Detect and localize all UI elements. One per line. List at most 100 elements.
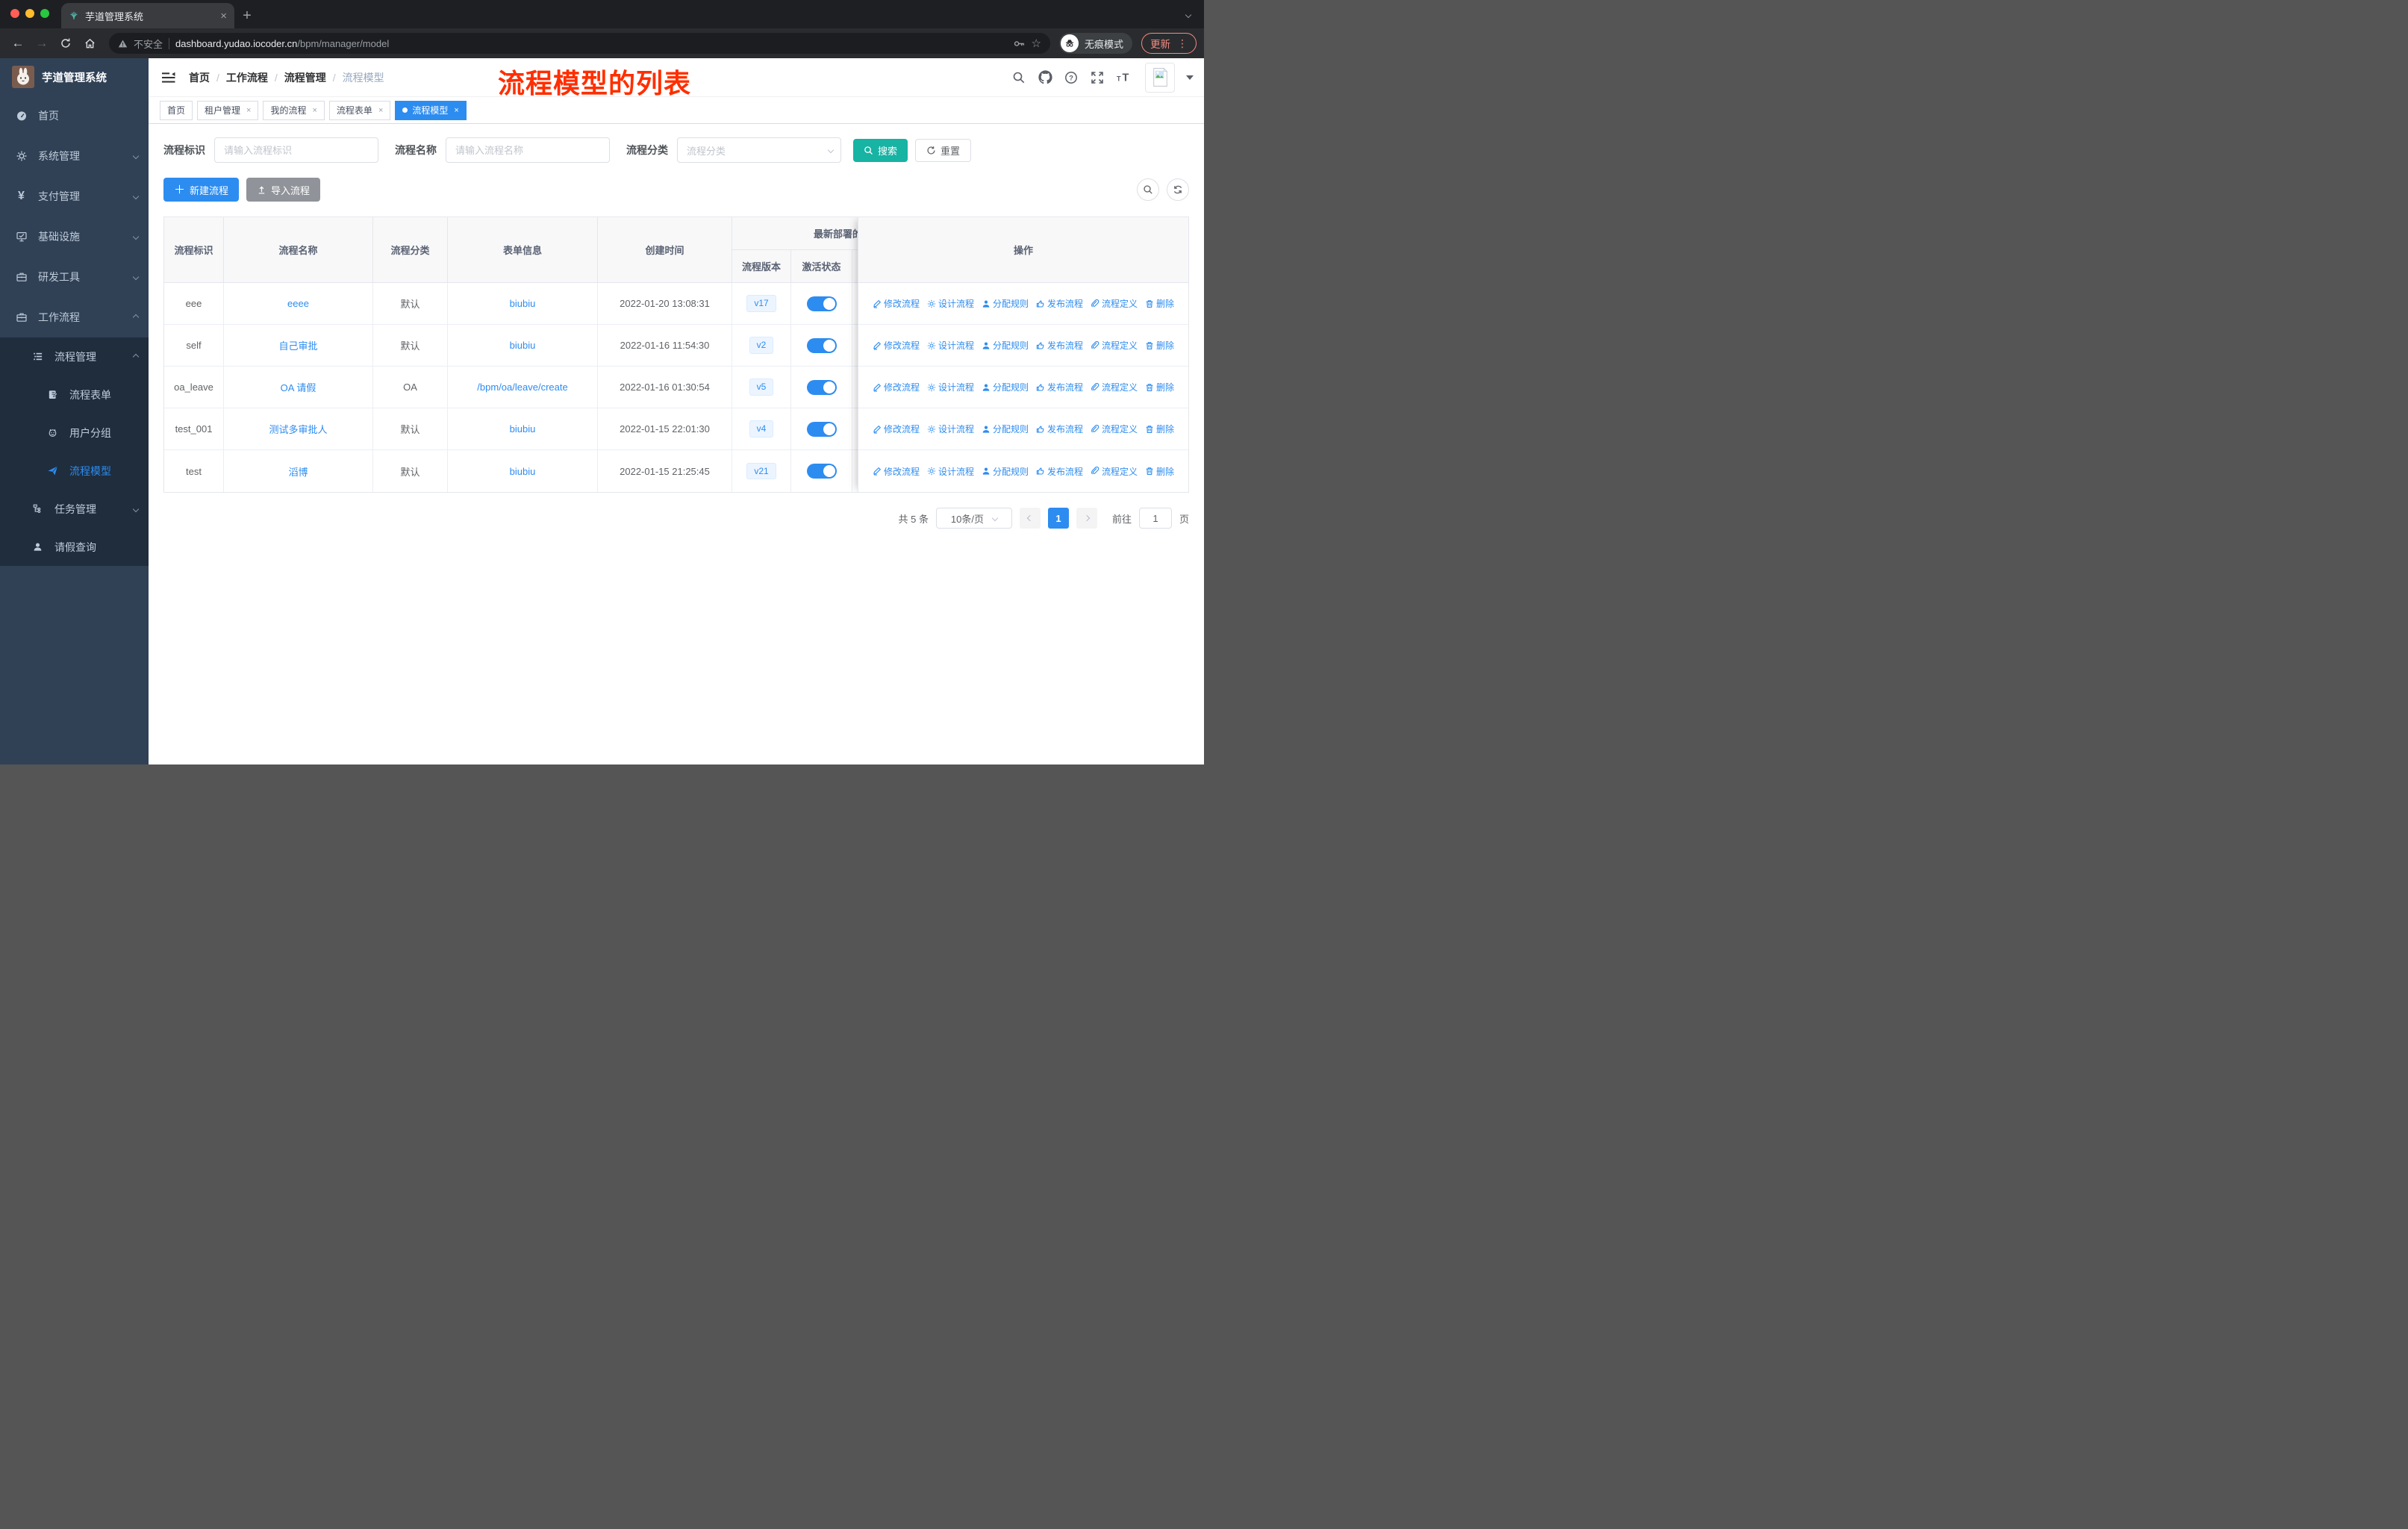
- action-delete-button[interactable]: 删除: [1145, 381, 1174, 393]
- update-button[interactable]: 更新 ⋮: [1141, 33, 1197, 54]
- sidebar-toggle-icon[interactable]: [159, 68, 178, 87]
- key-icon[interactable]: [1013, 37, 1026, 50]
- action-publish-button[interactable]: 发布流程: [1036, 381, 1083, 393]
- app-logo[interactable]: 芋道管理系统: [0, 58, 149, 96]
- avatar[interactable]: [1145, 62, 1175, 93]
- new-tab-button[interactable]: +: [234, 3, 260, 28]
- breadcrumb-workflow[interactable]: 工作流程: [226, 70, 268, 85]
- process-name-input[interactable]: [446, 137, 610, 163]
- action-edit-button[interactable]: 修改流程: [873, 381, 920, 393]
- prev-page-button[interactable]: [1019, 508, 1041, 529]
- action-edit-button[interactable]: 修改流程: [873, 465, 920, 478]
- sidebar-item-process-mgmt[interactable]: 流程管理: [0, 337, 149, 376]
- action-publish-button[interactable]: 发布流程: [1036, 339, 1083, 352]
- back-button[interactable]: ←: [7, 33, 28, 54]
- sidebar-item-task-mgmt[interactable]: 任务管理: [0, 490, 149, 528]
- bookmark-star-icon[interactable]: ☆: [1032, 38, 1041, 49]
- breadcrumb-home[interactable]: 首页: [189, 70, 210, 85]
- sidebar-item-devtools[interactable]: 研发工具: [0, 257, 149, 297]
- active-toggle[interactable]: [806, 296, 837, 311]
- action-edit-button[interactable]: 修改流程: [873, 339, 920, 352]
- address-bar[interactable]: 不安全 dashboard.yudao.iocoder.cn/bpm/manag…: [109, 33, 1050, 54]
- model-name-link[interactable]: 测试多审批人: [224, 408, 373, 450]
- tag-process-form[interactable]: 流程表单 ×: [328, 100, 391, 120]
- search-button[interactable]: 搜索: [853, 138, 908, 162]
- action-assign-rule-button[interactable]: 分配规则: [982, 381, 1029, 393]
- fullscreen-icon[interactable]: [1090, 70, 1105, 85]
- tag-my-process[interactable]: 我的流程 ×: [263, 100, 325, 120]
- search-icon[interactable]: [1011, 70, 1026, 85]
- action-design-button[interactable]: 设计流程: [927, 381, 974, 393]
- help-icon[interactable]: ?: [1064, 70, 1079, 85]
- action-edit-button[interactable]: 修改流程: [873, 297, 920, 310]
- action-delete-button[interactable]: 删除: [1145, 423, 1174, 435]
- action-publish-button[interactable]: 发布流程: [1036, 423, 1083, 435]
- action-design-button[interactable]: 设计流程: [927, 465, 974, 478]
- close-icon[interactable]: ×: [454, 106, 458, 115]
- action-design-button[interactable]: 设计流程: [927, 297, 974, 310]
- import-process-button[interactable]: 导入流程: [246, 178, 321, 202]
- action-definition-button[interactable]: 流程定义: [1091, 465, 1138, 478]
- close-icon[interactable]: ×: [246, 106, 251, 115]
- forward-button[interactable]: →: [31, 33, 52, 54]
- action-edit-button[interactable]: 修改流程: [873, 423, 920, 435]
- model-name-link[interactable]: 滔博: [224, 450, 373, 492]
- menu-dots-icon[interactable]: ⋮: [1177, 37, 1188, 50]
- form-info-link[interactable]: /bpm/oa/leave/create: [448, 367, 598, 408]
- form-info-link[interactable]: biubiu: [448, 450, 598, 492]
- active-toggle[interactable]: [806, 379, 837, 395]
- category-select[interactable]: 流程分类: [677, 137, 841, 163]
- action-delete-button[interactable]: 删除: [1145, 339, 1174, 352]
- action-definition-button[interactable]: 流程定义: [1091, 339, 1138, 352]
- close-icon[interactable]: ×: [378, 106, 383, 115]
- active-toggle[interactable]: [806, 337, 837, 353]
- action-delete-button[interactable]: 删除: [1145, 465, 1174, 478]
- sidebar-item-process-form[interactable]: 流程表单: [0, 376, 149, 414]
- action-design-button[interactable]: 设计流程: [927, 423, 974, 435]
- action-definition-button[interactable]: 流程定义: [1091, 423, 1138, 435]
- font-size-icon[interactable]: TT: [1116, 70, 1131, 85]
- action-definition-button[interactable]: 流程定义: [1091, 381, 1138, 393]
- sidebar-item-infrastructure[interactable]: 基础设施: [0, 217, 149, 257]
- sidebar-item-process-model[interactable]: 流程模型: [0, 452, 149, 490]
- sidebar-item-home[interactable]: 首页: [0, 96, 149, 136]
- close-icon[interactable]: ×: [312, 106, 316, 115]
- site-security-label[interactable]: 不安全: [134, 37, 163, 51]
- breadcrumb-process-mgmt[interactable]: 流程管理: [284, 70, 326, 85]
- action-publish-button[interactable]: 发布流程: [1036, 297, 1083, 310]
- action-assign-rule-button[interactable]: 分配规则: [982, 297, 1029, 310]
- action-definition-button[interactable]: 流程定义: [1091, 297, 1138, 310]
- action-assign-rule-button[interactable]: 分配规则: [982, 423, 1029, 435]
- tag-process-model[interactable]: 流程模型 ×: [395, 100, 467, 120]
- model-name-link[interactable]: eeee: [224, 283, 373, 325]
- show-search-button[interactable]: [1137, 178, 1159, 201]
- sidebar-item-workflow[interactable]: 工作流程: [0, 297, 149, 337]
- process-key-input[interactable]: [214, 137, 378, 163]
- refresh-table-button[interactable]: [1167, 178, 1189, 201]
- browser-tab[interactable]: 芋道管理系统 ×: [61, 3, 234, 28]
- sidebar-item-leave-query[interactable]: 请假查询: [0, 528, 149, 566]
- traffic-light-close[interactable]: [10, 9, 19, 18]
- model-name-link[interactable]: OA 请假: [224, 367, 373, 408]
- action-delete-button[interactable]: 删除: [1145, 297, 1174, 310]
- model-name-link[interactable]: 自己审批: [224, 325, 373, 367]
- page-size-select[interactable]: 10条/页: [935, 508, 1012, 529]
- tag-tenant-mgmt[interactable]: 租户管理 ×: [197, 100, 259, 120]
- action-assign-rule-button[interactable]: 分配规则: [982, 339, 1029, 352]
- action-publish-button[interactable]: 发布流程: [1036, 465, 1083, 478]
- action-design-button[interactable]: 设计流程: [927, 339, 974, 352]
- sidebar-item-system-mgmt[interactable]: 系统管理: [0, 136, 149, 176]
- traffic-light-minimize[interactable]: [25, 9, 34, 18]
- form-info-link[interactable]: biubiu: [448, 283, 598, 325]
- sidebar-item-user-group[interactable]: 用户分组: [0, 414, 149, 452]
- reset-button[interactable]: 重置: [915, 138, 972, 162]
- sidebar-item-payment-mgmt[interactable]: ¥ 支付管理: [0, 176, 149, 217]
- reload-button[interactable]: [55, 33, 76, 54]
- home-button[interactable]: [79, 33, 100, 54]
- github-icon[interactable]: [1038, 70, 1052, 85]
- next-page-button[interactable]: [1076, 508, 1097, 529]
- avatar-caret-icon[interactable]: [1186, 75, 1194, 80]
- action-assign-rule-button[interactable]: 分配规则: [982, 465, 1029, 478]
- tab-close-button[interactable]: ×: [220, 10, 227, 22]
- active-toggle[interactable]: [806, 421, 837, 437]
